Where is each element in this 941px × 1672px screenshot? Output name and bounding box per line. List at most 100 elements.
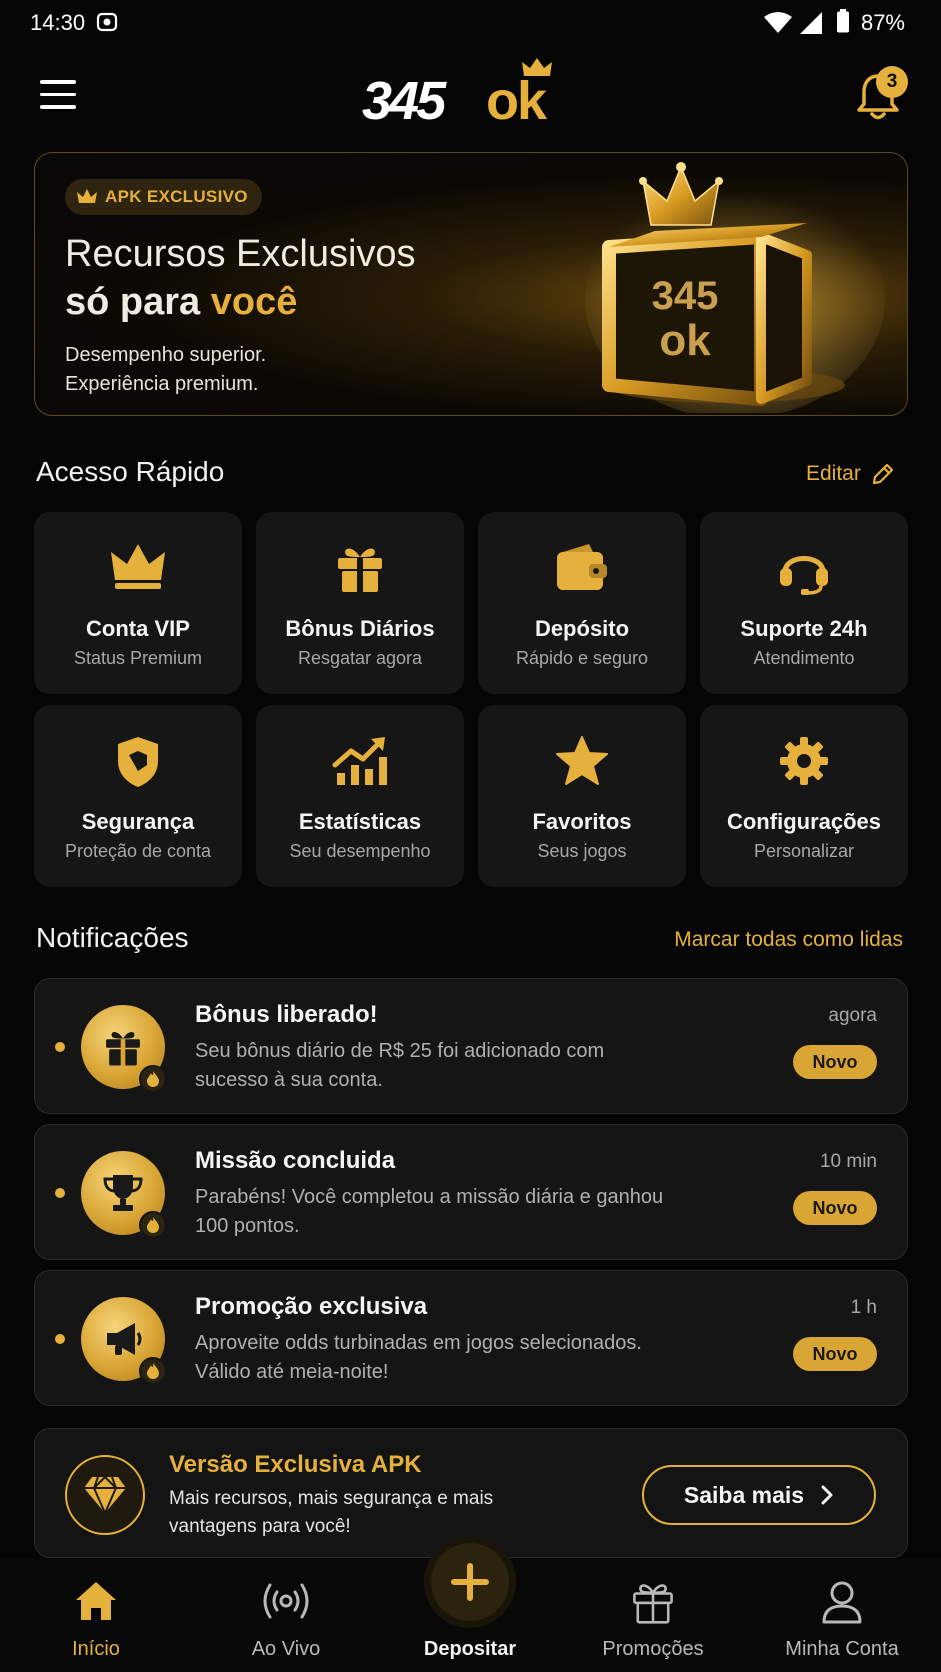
edit-label: Editar (806, 462, 861, 485)
tile-favorites[interactable]: Favoritos Seus jogos (478, 705, 686, 887)
unread-dot (55, 1042, 65, 1052)
chart-up-icon (332, 737, 387, 785)
notification-item[interactable]: Promoção exclusiva Aproveite odds turbin… (34, 1270, 908, 1406)
mark-all-read-button[interactable]: Marcar todas como lidas (674, 928, 903, 952)
plus-icon (451, 1563, 489, 1601)
status-time: 14:30 (30, 10, 86, 35)
battery-percent: 87% (860, 10, 905, 35)
tile-subtitle: Seus jogos (537, 841, 627, 861)
top-bar: 345 ok 3 (0, 58, 941, 136)
tile-support[interactable]: Suporte 24h Atendimento (700, 512, 908, 694)
flame-icon (139, 1065, 167, 1093)
deposit-fab[interactable] (424, 1536, 516, 1628)
tile-vip-account[interactable]: Conta VIP Status Premium (34, 512, 242, 694)
menu-icon (40, 80, 76, 84)
megaphone-icon (107, 1323, 142, 1355)
apk-exclusive-tag: APK EXCLUSIVO (65, 179, 262, 215)
gear-icon (780, 737, 828, 785)
crown-icon (111, 544, 165, 589)
tile-settings[interactable]: Configurações Personalizar (700, 705, 908, 887)
tile-title: Favoritos (532, 809, 632, 834)
tile-title: Bônus Diários (285, 616, 435, 641)
crown-icon (77, 189, 97, 203)
gift-icon (338, 548, 382, 592)
diamond-icon-circle (65, 1455, 145, 1535)
diamond-icon (84, 1475, 126, 1515)
gift-icon (633, 1584, 673, 1624)
star-icon (556, 736, 608, 785)
tile-title: Depósito (534, 616, 630, 641)
chevron-right-icon (821, 1485, 833, 1505)
tile-title: Conta VIP (86, 616, 190, 641)
unread-dot (55, 1188, 65, 1198)
banner-title-highlight: você (210, 281, 298, 323)
tile-security[interactable]: Segurança Proteção de conta (34, 705, 242, 887)
learn-more-button[interactable]: Saiba mais (642, 1465, 876, 1525)
tile-title: Configurações (726, 809, 882, 834)
battery-icon (836, 9, 850, 38)
user-icon (822, 1581, 862, 1624)
new-badge: Novo (793, 1191, 877, 1225)
tile-daily-bonus[interactable]: Bônus Diários Resgatar agora (256, 512, 464, 694)
status-bar: 14:30 87% (0, 0, 941, 46)
tile-statistics[interactable]: Estatísticas Seu desempenho (256, 705, 464, 887)
notifications-button[interactable]: 3 (856, 66, 908, 126)
pencil-icon (872, 463, 893, 485)
exclusive-banner[interactable]: APK EXCLUSIVO Recursos Exclusivos só par… (34, 152, 908, 416)
headset-icon (780, 556, 828, 595)
chest-text-bottom: ok (659, 316, 711, 365)
notification-item[interactable]: Bônus liberado! Seu bônus diário de R$ 2… (34, 978, 908, 1114)
unread-dot (55, 1334, 65, 1344)
banner-subtitle: Desempenho superior. Experiência premium… (65, 341, 266, 399)
nav-label: Depositar (423, 1638, 517, 1660)
tile-subtitle: Seu desempenho (289, 841, 431, 861)
flame-icon (139, 1357, 167, 1385)
wifi-icon (764, 12, 792, 39)
notifications-title: Notificações (36, 922, 189, 953)
quick-access-title: Acesso Rápido (36, 456, 225, 487)
tile-title: Estatísticas (298, 809, 422, 834)
tile-subtitle: Atendimento (753, 648, 855, 668)
edit-quick-access-button[interactable]: Editar (806, 462, 895, 486)
tile-title: Segurança (81, 809, 195, 834)
flame-icon (139, 1211, 167, 1239)
notification-title: Missão concluida (195, 1147, 396, 1174)
promo-text: Mais recursos, mais segurança e mais van… (169, 1488, 494, 1537)
notification-time: 1 h (850, 1297, 877, 1318)
notification-text: Parabéns! Você completou a missão diária… (195, 1186, 664, 1237)
notification-text: Aproveite odds turbinadas em jogos selec… (195, 1332, 642, 1383)
tile-subtitle: Personalizar (753, 841, 855, 861)
nav-promotions[interactable]: Promoções (563, 1558, 743, 1672)
home-icon (76, 1582, 116, 1620)
nav-my-account[interactable]: Minha Conta (752, 1558, 932, 1672)
new-badge: Novo (793, 1337, 877, 1371)
promo-title: Versão Exclusiva APK (169, 1451, 422, 1478)
notification-title: Promoção exclusiva (195, 1293, 428, 1320)
notification-time: 10 min (819, 1151, 877, 1172)
logo-number: 345 (362, 71, 446, 131)
menu-button[interactable] (40, 80, 80, 114)
broadcast-icon (263, 1583, 309, 1619)
new-badge: Novo (793, 1045, 877, 1079)
banner-subtitle-line2: Experiência premium. (65, 373, 259, 395)
tile-deposit[interactable]: Depósito Rápido e seguro (478, 512, 686, 694)
notification-title: Bônus liberado! (195, 1001, 378, 1028)
banner-title-prefix: só para (65, 281, 211, 323)
tag-label: APK EXCLUSIVO (105, 187, 248, 206)
tile-subtitle: Rápido e seguro (515, 648, 649, 668)
brand-logo[interactable]: 345 ok (362, 58, 582, 131)
tile-title: Suporte 24h (740, 616, 868, 641)
tile-subtitle: Proteção de conta (64, 841, 212, 861)
screenshot-notification-icon (96, 11, 118, 38)
deposit-fab-inner (431, 1543, 509, 1621)
notification-count-badge: 3 (876, 66, 908, 98)
logo-ok: ok (486, 71, 547, 131)
banner-subtitle-line1: Desempenho superior. (65, 344, 267, 366)
notification-item[interactable]: Missão concluida Parabéns! Você completo… (34, 1124, 908, 1260)
chest-text-top: 345 (652, 274, 719, 318)
tile-subtitle: Resgatar agora (297, 648, 423, 668)
notification-time: agora (828, 1005, 877, 1026)
trophy-icon (103, 1175, 143, 1211)
nav-live[interactable]: Ao Vivo (196, 1558, 376, 1672)
nav-home[interactable]: Início (6, 1558, 186, 1672)
